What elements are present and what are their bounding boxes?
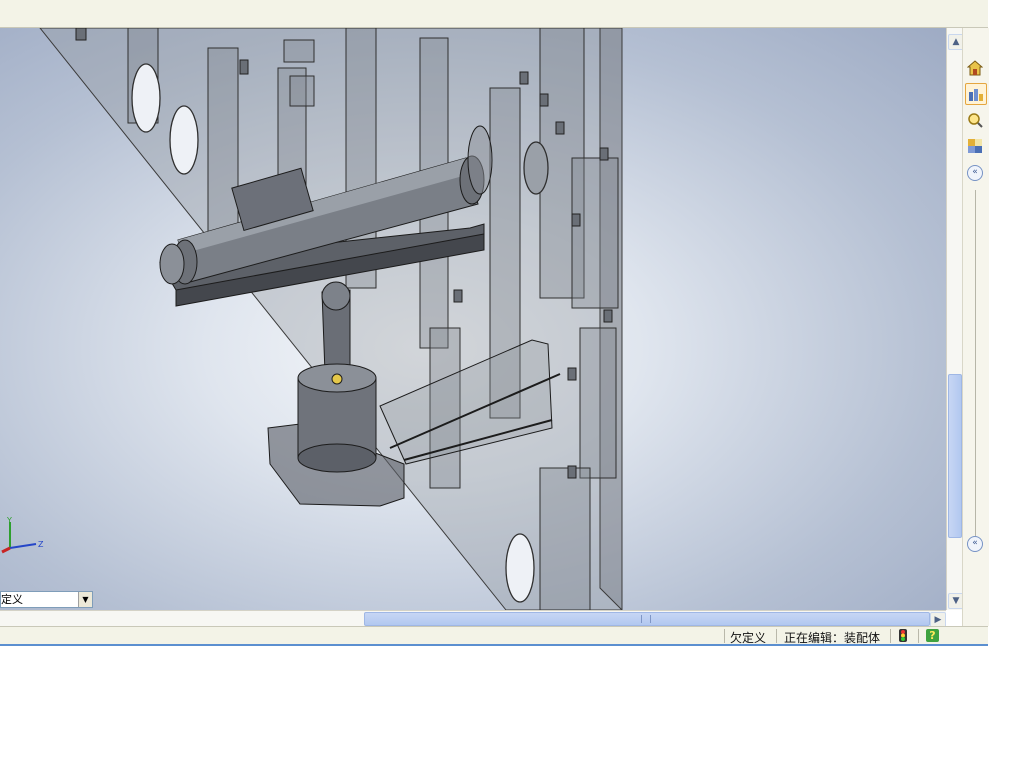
window-bottom-border bbox=[0, 644, 988, 646]
axis-triad: Y Z bbox=[1, 516, 44, 554]
file-explorer-icon[interactable] bbox=[965, 110, 985, 130]
toolbar-strip bbox=[0, 0, 988, 28]
dropdown-arrow-icon[interactable]: ▼ bbox=[78, 592, 92, 607]
graphics-viewport[interactable]: Y Z 自定义 ▼ bbox=[0, 28, 946, 610]
collapse-task-pane-icon[interactable]: « bbox=[967, 165, 983, 181]
horizontal-scroll-thumb[interactable] bbox=[364, 612, 930, 626]
view-palette-icon[interactable] bbox=[965, 136, 985, 156]
expand-task-pane-icon[interactable]: « bbox=[967, 536, 983, 552]
task-pane-divider bbox=[975, 190, 976, 536]
design-library-icon[interactable] bbox=[965, 83, 987, 105]
triad-y-label: Y bbox=[6, 516, 12, 525]
solidworks-resources-icon[interactable] bbox=[965, 58, 985, 78]
triad-z-label: Z bbox=[38, 540, 44, 549]
vertical-scrollbar[interactable]: ▲ ▼ bbox=[946, 28, 964, 610]
assembly-model bbox=[39, 28, 623, 610]
help-icon[interactable]: ? bbox=[926, 629, 939, 642]
rebuild-traffic-light-icon[interactable] bbox=[897, 629, 909, 642]
task-pane-tabs: « « bbox=[962, 28, 989, 626]
configuration-dropdown[interactable]: 自定义 ▼ bbox=[0, 591, 93, 608]
vertical-scroll-thumb[interactable] bbox=[948, 374, 962, 538]
configuration-value: 自定义 bbox=[0, 593, 23, 606]
status-bar: 欠定义 正在编辑：装配体 ? bbox=[0, 626, 988, 645]
horizontal-scrollbar[interactable]: ▶ bbox=[0, 610, 946, 628]
